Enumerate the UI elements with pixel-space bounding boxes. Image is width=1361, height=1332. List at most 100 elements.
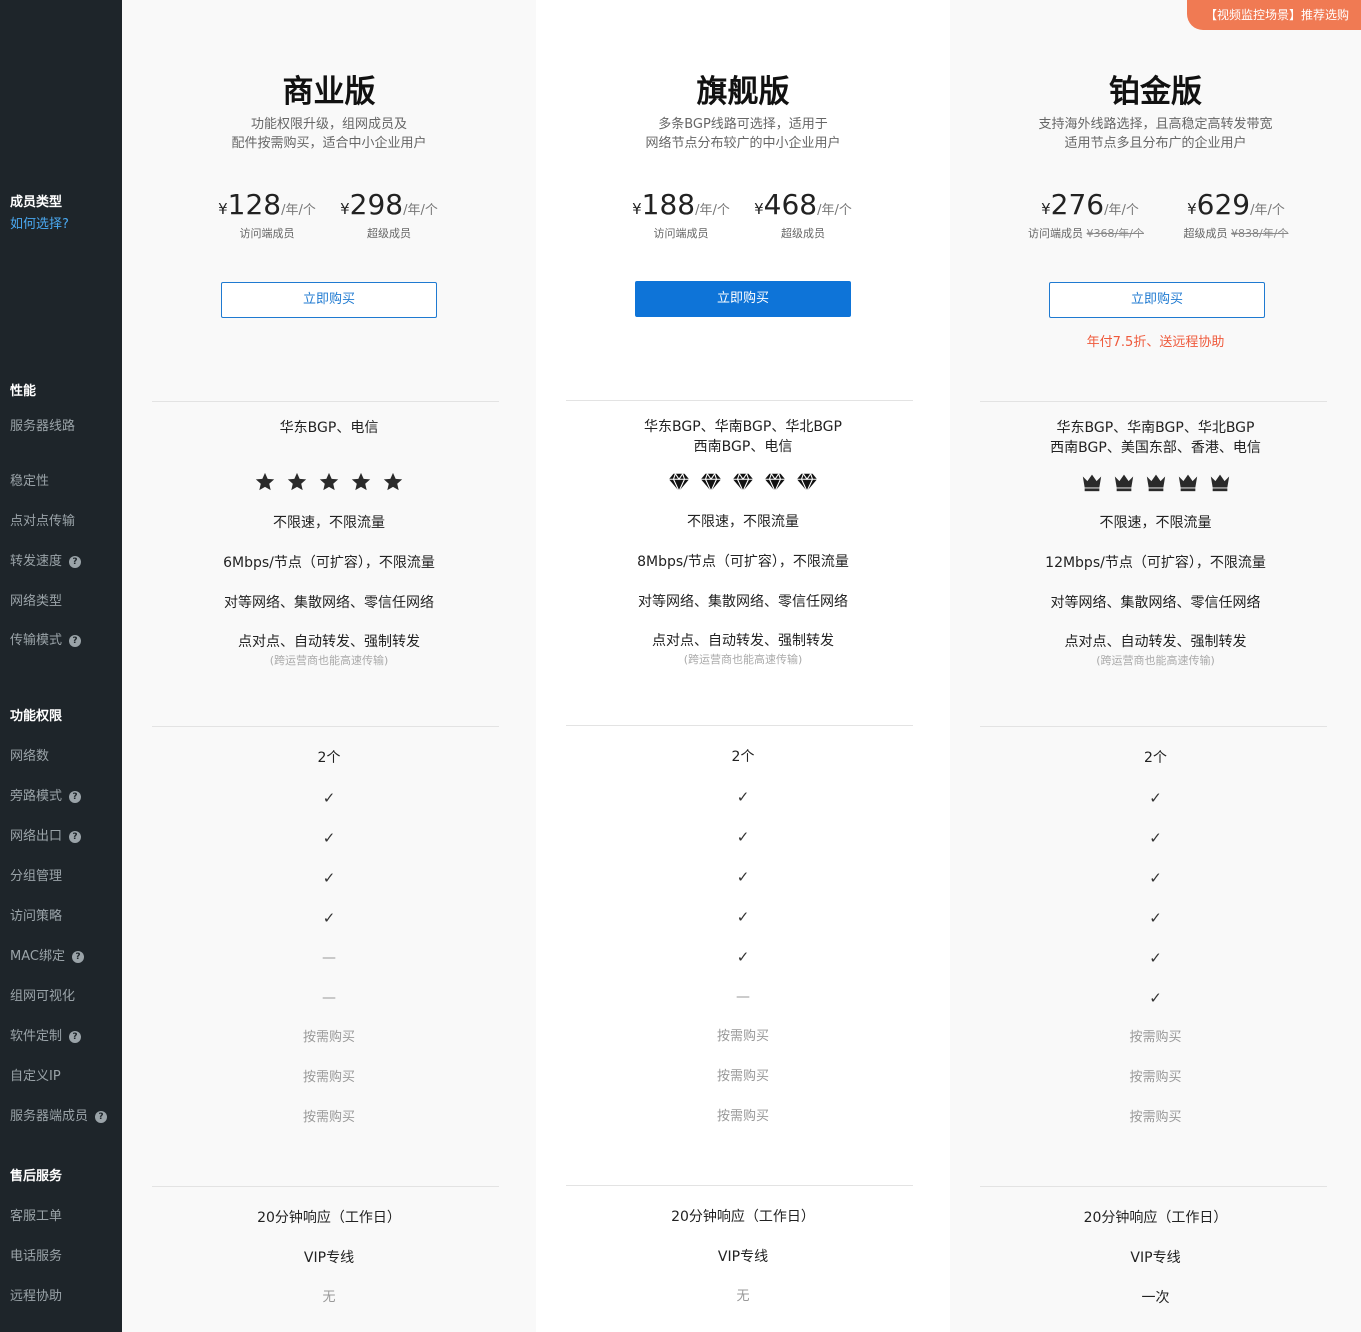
phone-value: VIP专线 — [1130, 1250, 1181, 1266]
ticket-value: 20分钟响应（工作日） — [671, 1209, 815, 1225]
super-price: ¥468/年/个 — [754, 188, 852, 221]
transfer-mode-value: 点对点、自动转发、强制转发 — [238, 634, 420, 650]
buy-now-button[interactable]: 立即购买 — [221, 282, 437, 318]
help-icon[interactable]: ? — [69, 791, 82, 803]
recommend-badge: 【视频监控场景】推荐选购 — [1186, 0, 1361, 30]
how-to-choose-link[interactable]: 如何选择? — [10, 216, 69, 234]
plan-title: 商业版 — [282, 74, 376, 110]
custom-sw-value: 按需购买 — [716, 1029, 769, 1044]
row-label-stability: 稳定性 — [10, 474, 50, 489]
mac-check: ✓ — [1149, 949, 1162, 967]
server-member-value: 按需购买 — [302, 1110, 355, 1125]
diamond-icon — [796, 473, 818, 492]
policy-check: ✓ — [736, 908, 750, 926]
row-label-group: 分组管理 — [10, 869, 63, 884]
star-icon — [351, 472, 371, 491]
exit-check: ✓ — [322, 829, 336, 847]
remote-value: 无 — [322, 1290, 336, 1305]
server-line-value-2: 西南BGP、美国东部、香港、电信 — [1050, 440, 1261, 456]
plan-platinum-column: 【视频监控场景】推荐选购 铂金版 支持海外线路选择，且高稳定高转发带宽 适用节点… — [950, 0, 1361, 1332]
star-icon — [383, 472, 403, 491]
buy-now-button[interactable]: 立即购买 — [635, 281, 851, 317]
help-icon[interactable]: ? — [69, 831, 82, 843]
p2p-value: 不限速，不限流量 — [687, 514, 799, 530]
help-icon[interactable]: ? — [69, 556, 82, 568]
super-price-label: 超级成员 — [367, 227, 411, 240]
network-count-value: 2个 — [731, 749, 755, 765]
super-original-price: ¥838/年/个 — [1231, 227, 1289, 240]
server-line-value: 华东BGP、华南BGP、华北BGP — [1056, 420, 1255, 436]
star-icon — [319, 472, 339, 491]
divider — [152, 726, 499, 727]
stability-rating — [950, 471, 1361, 493]
transfer-mode-note: (跨运营商也能高速传输) — [683, 653, 803, 666]
speed-value: 12Mbps/节点（可扩容），不限流量 — [1045, 555, 1266, 571]
plan-description: 功能权限升级，组网成员及 配件按需购买，适合中小企业用户 — [231, 117, 427, 151]
group-check: ✓ — [1149, 869, 1162, 887]
plan-description: 多条BGP线路可选择，适用于 网络节点分布较广的中小企业用户 — [645, 117, 841, 151]
row-label-server-member: 服务器端成员? — [10, 1108, 108, 1126]
visitor-price: ¥276/年/个 — [1041, 188, 1139, 221]
custom-sw-value: 按需购买 — [1129, 1030, 1182, 1045]
crown-icon — [1210, 474, 1229, 492]
row-label-transfer-mode: 传输模式? — [10, 632, 82, 650]
plan-title: 铂金版 — [1109, 74, 1202, 110]
policy-check: ✓ — [322, 909, 336, 927]
p2p-value: 不限速，不限流量 — [1099, 515, 1212, 531]
server-line-value-2: 西南BGP、电信 — [693, 439, 793, 455]
row-label-speed: 转发速度? — [10, 553, 82, 571]
member-type-label: 成员类型 — [10, 195, 63, 210]
help-icon[interactable]: ? — [69, 635, 82, 647]
network-count-value: 2个 — [317, 750, 341, 766]
crown-icon — [1114, 474, 1133, 492]
row-label-p2p: 点对点传输 — [10, 514, 76, 529]
divider — [980, 726, 1327, 727]
transfer-mode-value: 点对点、自动转发、强制转发 — [652, 633, 834, 649]
server-member-value: 按需购买 — [1129, 1110, 1182, 1125]
mac-dash: — — [322, 950, 336, 966]
plan-flagship-column: 旗舰版 多条BGP线路可选择，适用于 网络节点分布较广的中小企业用户 ¥188/… — [536, 0, 950, 1332]
row-label-exit: 网络出口? — [10, 828, 82, 846]
buy-now-button[interactable]: 立即购买 — [1049, 282, 1265, 318]
row-label-custom-ip: 自定义IP — [10, 1069, 61, 1084]
visual-check: ✓ — [1149, 989, 1162, 1007]
diamond-icon — [764, 473, 786, 492]
plan-description: 支持海外线路选择，且高稳定高转发带宽 适用节点多且分布广的企业用户 — [1038, 117, 1273, 151]
divider — [566, 400, 913, 401]
remote-value: 无 — [736, 1289, 750, 1304]
transfer-mode-note: (跨运营商也能高速传输) — [269, 654, 389, 667]
p2p-value: 不限速，不限流量 — [273, 515, 385, 531]
help-icon[interactable]: ? — [95, 1111, 108, 1123]
super-price-label: 超级成员 ¥838/年/个 — [1183, 227, 1289, 240]
pricing-page: 成员类型 如何选择? 性能 服务器线路 稳定性 点对点传输 转发速度? 网络类型… — [0, 0, 1361, 1332]
help-icon[interactable]: ? — [71, 951, 84, 963]
star-icon — [287, 472, 307, 491]
divider — [152, 401, 499, 402]
help-icon[interactable]: ? — [69, 1031, 82, 1043]
policy-check: ✓ — [1149, 909, 1162, 927]
visitor-original-price: ¥368/年/个 — [1086, 227, 1144, 240]
visual-dash: — — [736, 989, 750, 1005]
section-aftersales: 售后服务 — [10, 1169, 63, 1184]
row-label-remote: 远程协助 — [10, 1289, 63, 1304]
group-check: ✓ — [736, 868, 750, 886]
diamond-icon — [668, 473, 690, 492]
bypass-check: ✓ — [736, 788, 750, 806]
row-label-bypass: 旁路模式? — [10, 788, 82, 806]
server-line-value: 华东BGP、电信 — [279, 420, 379, 436]
divider — [566, 725, 913, 726]
transfer-mode-note: (跨运营商也能高速传输) — [1096, 654, 1215, 667]
phone-value: VIP专线 — [303, 1250, 355, 1266]
network-type-value: 对等网络、集散网络、零信任网络 — [638, 594, 848, 610]
divider — [980, 1186, 1327, 1187]
network-type-value: 对等网络、集散网络、零信任网络 — [224, 595, 434, 611]
diamond-icon — [700, 473, 722, 492]
super-price: ¥629/年/个 — [1187, 188, 1285, 221]
divider — [980, 401, 1327, 402]
crown-icon — [1146, 474, 1165, 492]
row-label-visual: 组网可视化 — [10, 989, 76, 1004]
group-check: ✓ — [322, 869, 336, 887]
custom-ip-value: 按需购买 — [302, 1070, 355, 1085]
super-price: ¥298/年/个 — [340, 188, 438, 221]
server-line-value: 华东BGP、华南BGP、华北BGP — [644, 419, 842, 435]
